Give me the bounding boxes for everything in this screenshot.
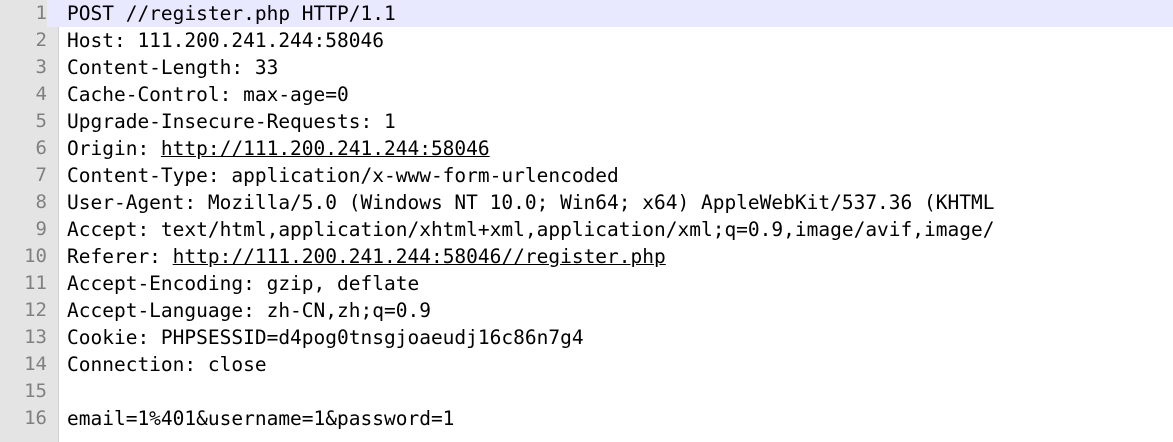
line-text[interactable]: Origin: http://111.200.241.244:58046 bbox=[67, 135, 490, 162]
editor-line[interactable]: 5 Upgrade-Insecure-Requests: 1 bbox=[0, 108, 1173, 135]
editor-line[interactable]: 14 Connection: close bbox=[0, 351, 1173, 378]
header-name: Origin: bbox=[67, 137, 161, 160]
editor-line[interactable]: 8 User-Agent: Mozilla/5.0 (Windows NT 10… bbox=[0, 189, 1173, 216]
line-number: 16 bbox=[24, 407, 47, 429]
line-text[interactable]: Cookie: PHPSESSID=d4pog0tnsgjoaeudj16c86… bbox=[67, 324, 584, 351]
line-number: 12 bbox=[24, 299, 47, 321]
editor-line[interactable]: 2 Host: 111.200.241.244:58046 bbox=[0, 27, 1173, 54]
line-number: 9 bbox=[35, 218, 47, 240]
line-number: 7 bbox=[35, 164, 47, 186]
editor-line[interactable]: 6 Origin: http://111.200.241.244:58046 bbox=[0, 135, 1173, 162]
line-text[interactable]: Cache-Control: max-age=0 bbox=[67, 81, 349, 108]
header-name: Referer: bbox=[67, 245, 173, 268]
line-text[interactable]: Content-Length: 33 bbox=[67, 54, 278, 81]
line-number: 2 bbox=[35, 29, 47, 51]
editor-line[interactable]: 11 Accept-Encoding: gzip, deflate bbox=[0, 270, 1173, 297]
line-number: 4 bbox=[35, 83, 47, 105]
editor-line[interactable]: 15 bbox=[0, 378, 1173, 405]
line-text[interactable]: Accept: text/html,application/xhtml+xml,… bbox=[67, 216, 994, 243]
line-text[interactable]: Referer: http://111.200.241.244:58046//r… bbox=[67, 243, 666, 270]
editor-line[interactable]: 7 Content-Type: application/x-www-form-u… bbox=[0, 162, 1173, 189]
line-number: 3 bbox=[35, 56, 47, 78]
origin-url-link[interactable]: http://111.200.241.244:58046 bbox=[161, 137, 490, 160]
editor-lines[interactable]: 1 POST //register.php HTTP/1.1 2 Host: 1… bbox=[0, 0, 1173, 432]
editor-line[interactable]: 13 Cookie: PHPSESSID=d4pog0tnsgjoaeudj16… bbox=[0, 324, 1173, 351]
text-editor[interactable]: 1 POST //register.php HTTP/1.1 2 Host: 1… bbox=[0, 0, 1173, 442]
referer-url-link[interactable]: http://111.200.241.244:58046//register.p… bbox=[173, 245, 666, 268]
line-number: 13 bbox=[24, 326, 47, 348]
line-text[interactable]: email=1%401&username=1&password=1 bbox=[67, 405, 454, 432]
line-number: 8 bbox=[35, 191, 47, 213]
line-text[interactable]: Accept-Language: zh-CN,zh;q=0.9 bbox=[67, 297, 431, 324]
editor-line[interactable]: 1 POST //register.php HTTP/1.1 bbox=[0, 0, 1173, 27]
line-number: 11 bbox=[24, 272, 47, 294]
line-text[interactable]: Host: 111.200.241.244:58046 bbox=[67, 27, 384, 54]
line-text[interactable]: User-Agent: Mozilla/5.0 (Windows NT 10.0… bbox=[67, 189, 994, 216]
line-text[interactable]: POST //register.php HTTP/1.1 bbox=[67, 0, 396, 27]
line-number: 14 bbox=[24, 353, 47, 375]
line-number: 1 bbox=[0, 0, 47, 27]
editor-line[interactable]: 10 Referer: http://111.200.241.244:58046… bbox=[0, 243, 1173, 270]
editor-line[interactable]: 16 email=1%401&username=1&password=1 bbox=[0, 405, 1173, 432]
editor-line[interactable]: 12 Accept-Language: zh-CN,zh;q=0.9 bbox=[0, 297, 1173, 324]
line-number: 15 bbox=[24, 380, 47, 402]
line-number: 6 bbox=[35, 137, 47, 159]
line-text[interactable]: Upgrade-Insecure-Requests: 1 bbox=[67, 108, 396, 135]
line-text[interactable]: Connection: close bbox=[67, 351, 267, 378]
editor-line[interactable]: 9 Accept: text/html,application/xhtml+xm… bbox=[0, 216, 1173, 243]
editor-line[interactable]: 3 Content-Length: 33 bbox=[0, 54, 1173, 81]
line-number: 5 bbox=[35, 110, 47, 132]
editor-line[interactable]: 4 Cache-Control: max-age=0 bbox=[0, 81, 1173, 108]
line-number: 10 bbox=[24, 245, 47, 267]
line-text[interactable]: Accept-Encoding: gzip, deflate bbox=[67, 270, 419, 297]
line-text[interactable]: Content-Type: application/x-www-form-url… bbox=[67, 162, 619, 189]
